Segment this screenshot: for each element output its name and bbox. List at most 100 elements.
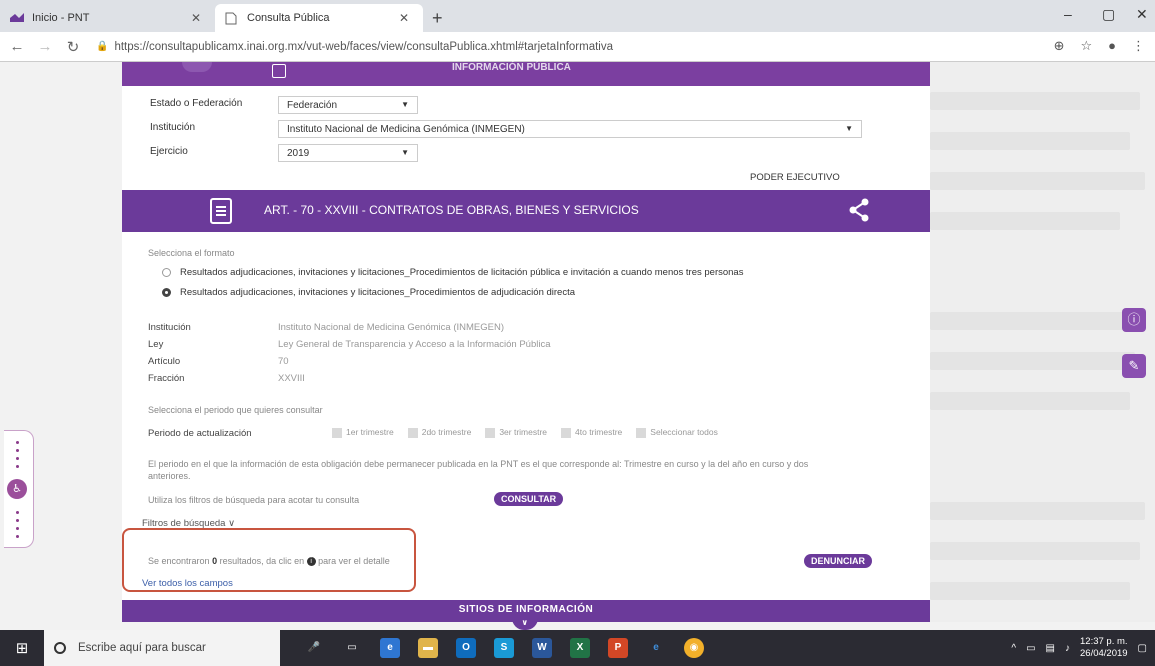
url-text: https://consultapublicamx.inai.org.mx/vu…: [114, 40, 614, 53]
close-window-button[interactable]: ✕: [1136, 6, 1148, 23]
institucion-label: Institución: [150, 122, 196, 133]
cortana-icon: [54, 642, 66, 654]
estado-value: Federación: [287, 100, 338, 111]
word-icon[interactable]: W: [532, 638, 552, 658]
system-tray: ^ ▭ ▤ ♪ 12:37 p. m. 26/04/2019 ▢: [1011, 630, 1147, 666]
accessibility-widget: ♿: [4, 430, 34, 548]
document-icon: [272, 64, 286, 78]
poder-label: PODER EJECUTIVO: [750, 172, 840, 183]
reload-icon[interactable]: ↻: [62, 38, 84, 56]
tools-icon[interactable]: ✎: [1122, 354, 1146, 378]
periodo-option[interactable]: 3er trimestre: [485, 427, 547, 438]
tab-consulta-publica[interactable]: Consulta Pública ✕: [215, 4, 423, 32]
volume-icon[interactable]: ♪: [1065, 643, 1070, 654]
detail-key: Fracción: [148, 373, 185, 384]
periodo-option[interactable]: 4to trimestre: [561, 427, 622, 438]
denunciar-button[interactable]: DENUNCIAR: [804, 554, 872, 568]
detail-value: 70: [278, 356, 289, 367]
periodo-prompt: Selecciona el periodo que quieres consul…: [148, 405, 323, 415]
formato-option-licitacion[interactable]: Resultados adjudicaciones, invitaciones …: [180, 267, 743, 278]
file-explorer-icon[interactable]: ▬: [418, 638, 438, 658]
periodo-label: Periodo de actualización: [148, 428, 252, 439]
clock[interactable]: 12:37 p. m. 26/04/2019: [1080, 636, 1128, 660]
outlook-icon[interactable]: O: [456, 638, 476, 658]
checkbox-icon[interactable]: [561, 427, 572, 438]
formato-label: Selecciona el formato: [148, 248, 235, 258]
chrome-icon[interactable]: ◉: [684, 638, 704, 658]
periodo-checkboxes: 1er trimestre 2do trimestre 3er trimestr…: [332, 427, 718, 438]
pnt-favicon-icon: [10, 12, 24, 24]
notifications-icon[interactable]: ▢: [1138, 643, 1147, 654]
estado-select[interactable]: Federación ▼: [278, 96, 418, 114]
top-header-bar: INFORMACIÓN PÚBLICA: [122, 62, 930, 86]
background-document: [930, 62, 1155, 622]
sitios-footer-bar: SITIOS DE INFORMACIÓN ∨: [122, 600, 930, 630]
periodo-option[interactable]: 2do trimestre: [407, 427, 471, 438]
menu-icon[interactable]: ⋮: [1132, 38, 1145, 54]
info-icon: i: [306, 557, 316, 567]
formato-radio-adjudicacion[interactable]: [162, 288, 171, 297]
formato-option-adjudicacion[interactable]: Resultados adjudicaciones, invitaciones …: [180, 287, 575, 298]
windows-taskbar: ⊞ Escribe aquí para buscar 🎤 ▭ e ▬ O S W…: [0, 630, 1155, 666]
task-view-icon[interactable]: ▭: [342, 638, 362, 658]
caret-down-icon: ▼: [401, 148, 409, 157]
ejercicio-label: Ejercicio: [150, 146, 188, 157]
checkbox-icon[interactable]: [636, 427, 647, 438]
consultar-button[interactable]: CONSULTAR: [494, 492, 564, 506]
ejercicio-select[interactable]: 2019 ▼: [278, 144, 418, 162]
ie-icon[interactable]: e: [646, 638, 666, 658]
bookmark-star-icon[interactable]: ☆: [1080, 38, 1092, 54]
new-tab-button[interactable]: +: [432, 8, 443, 29]
consulta-hint: Utiliza los filtros de búsqueda para aco…: [148, 495, 360, 505]
zoom-icon[interactable]: ⊕: [1054, 38, 1065, 54]
profile-icon[interactable]: ●: [1108, 38, 1116, 54]
detail-value: Ley General de Transparencia y Acceso a …: [278, 339, 551, 350]
detail-key: Ley: [148, 339, 164, 350]
formato-radio-licitacion[interactable]: [162, 268, 171, 277]
results-count-text: Se encontraron 0 resultados, da clic en …: [148, 556, 390, 567]
tab-title: Consulta Pública: [247, 12, 330, 24]
url-field[interactable]: 🔒 https://consultapublicamx.inai.org.mx/…: [96, 41, 613, 53]
tab-inicio[interactable]: Inicio - PNT ✕: [0, 4, 215, 32]
maximize-button[interactable]: ▢: [1102, 6, 1115, 23]
institucion-value: Instituto Nacional de Medicina Genómica …: [287, 124, 525, 135]
periodo-note: El periodo en el que la información de e…: [148, 459, 809, 481]
ver-todos-link[interactable]: Ver todos los campos: [142, 578, 233, 589]
chevron-up-icon[interactable]: ^: [1011, 643, 1016, 654]
detail-key: Institución: [148, 322, 191, 333]
taskbar-search[interactable]: Escribe aquí para buscar: [44, 630, 280, 666]
clipboard-icon: [210, 198, 232, 224]
microphone-icon[interactable]: 🎤: [304, 638, 324, 658]
minimize-button[interactable]: –: [1064, 6, 1072, 22]
info-alert-icon[interactable]: ⓘ: [1122, 308, 1146, 332]
caret-down-icon: ▼: [401, 100, 409, 109]
institucion-select[interactable]: Instituto Nacional de Medicina Genómica …: [278, 120, 862, 138]
chevron-down-icon[interactable]: ∨: [512, 618, 538, 630]
close-icon[interactable]: ✕: [191, 11, 201, 25]
browser-tab-bar: Inicio - PNT ✕ Consulta Pública ✕ + – ▢ …: [0, 0, 1155, 32]
sitios-title: SITIOS DE INFORMACIÓN: [458, 604, 594, 615]
forward-arrow-icon[interactable]: →: [34, 38, 56, 55]
search-placeholder: Escribe aquí para buscar: [78, 642, 206, 654]
address-bar: ← → ↻ 🔒 https://consultapublicamx.inai.o…: [0, 32, 1155, 62]
accessibility-icon[interactable]: ♿: [7, 479, 27, 499]
periodo-option[interactable]: Seleccionar todos: [636, 427, 718, 438]
excel-icon[interactable]: X: [570, 638, 590, 658]
skype-icon[interactable]: S: [494, 638, 514, 658]
page-favicon-icon: [225, 12, 239, 25]
periodo-option[interactable]: 1er trimestre: [332, 427, 394, 438]
windows-start-icon[interactable]: ⊞: [0, 639, 44, 657]
close-icon[interactable]: ✕: [399, 11, 409, 25]
powerpoint-icon[interactable]: P: [608, 638, 628, 658]
share-icon[interactable]: [848, 198, 870, 228]
battery-icon[interactable]: ▭: [1026, 643, 1035, 654]
checkbox-icon[interactable]: [407, 427, 418, 438]
detail-value: XXVIII: [278, 373, 305, 384]
detail-value: Instituto Nacional de Medicina Genómica …: [278, 322, 504, 333]
checkbox-icon[interactable]: [485, 427, 496, 438]
network-icon[interactable]: ▤: [1046, 643, 1055, 654]
edge-icon[interactable]: e: [380, 638, 400, 658]
estado-label: Estado o Federación: [150, 98, 243, 109]
back-arrow-icon[interactable]: ←: [6, 38, 28, 55]
checkbox-icon[interactable]: [332, 427, 342, 438]
